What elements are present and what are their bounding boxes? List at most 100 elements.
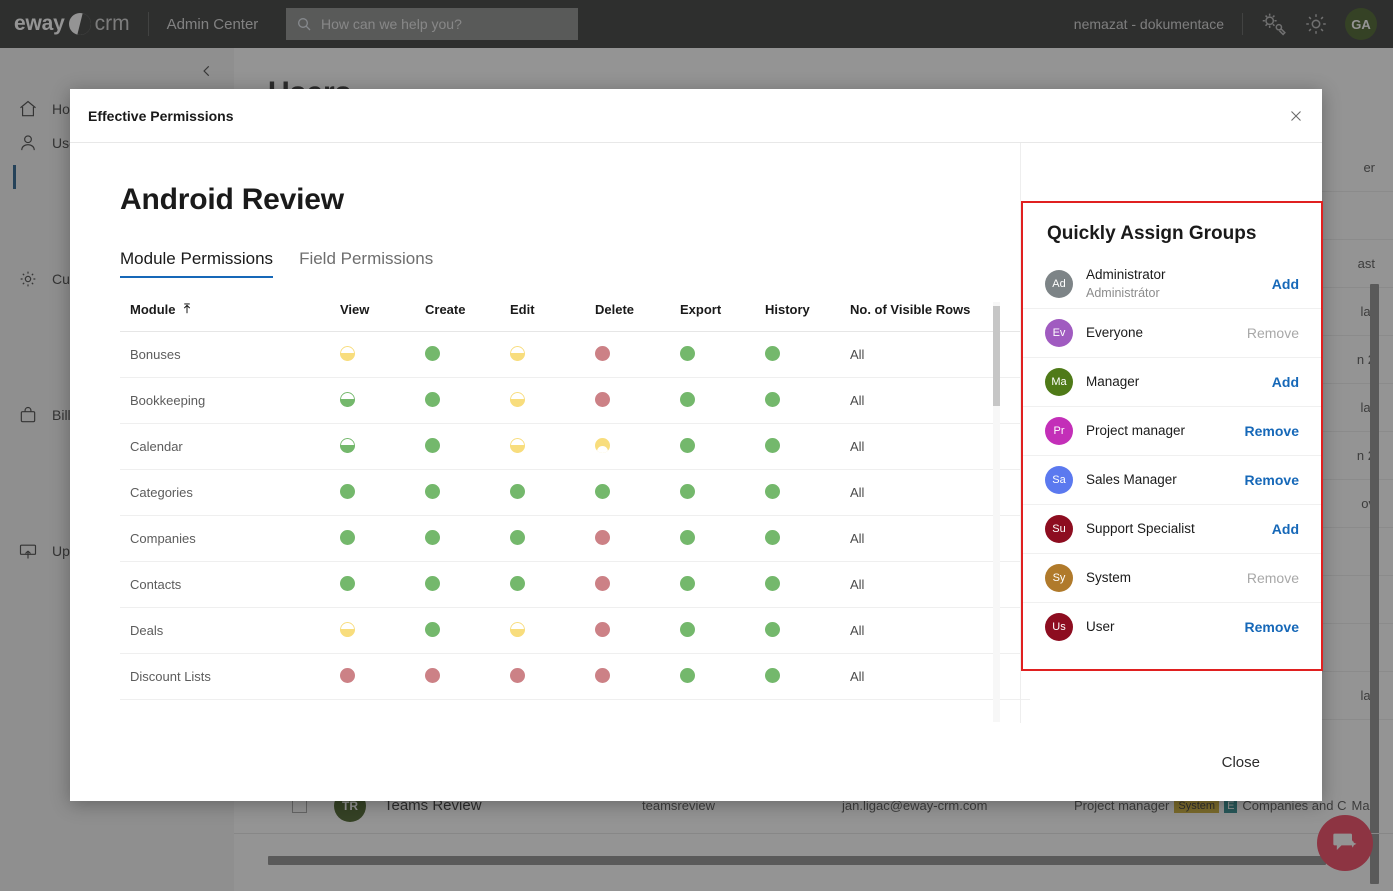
group-row-everyone[interactable]: Ev Everyone Remove	[1023, 308, 1321, 357]
tab-field-permissions[interactable]: Field Permissions	[299, 249, 433, 278]
group-action-button[interactable]: Remove	[1245, 619, 1299, 635]
group-action-button[interactable]: Remove	[1245, 423, 1299, 439]
group-action-button[interactable]: Remove	[1247, 325, 1299, 341]
cell-export	[680, 607, 765, 654]
column-header-delete[interactable]: Delete	[595, 302, 680, 332]
table-scrollbar-track[interactable]	[993, 302, 1000, 722]
table-body: Bonuses All Bookkeeping All Calendar All Categ…	[120, 331, 1030, 700]
permission-indicator-green	[425, 483, 440, 499]
cell-view	[340, 331, 425, 378]
column-header-edit[interactable]: Edit	[510, 302, 595, 332]
table-row[interactable]: Categories All	[120, 469, 1030, 516]
permission-indicator-half-yellow	[510, 437, 525, 453]
group-text: Support Specialist	[1086, 519, 1272, 539]
cell-visible-rows: All	[850, 561, 1030, 608]
module-name: Deals	[120, 607, 340, 654]
app-root: eway crm Admin Center How can we help yo…	[0, 0, 1393, 891]
group-action-button[interactable]: Remove	[1245, 472, 1299, 488]
cell-edit	[510, 561, 595, 608]
cell-visible-rows: All	[850, 607, 1030, 654]
cell-visible-rows: All	[850, 653, 1030, 700]
group-name: Support Specialist	[1086, 521, 1195, 537]
group-row-administrator[interactable]: Ad Administrator Administrátor Add	[1023, 259, 1321, 308]
cell-export	[680, 561, 765, 608]
group-row-project-manager[interactable]: Pr Project manager Remove	[1023, 406, 1321, 455]
permission-indicator-half-yellow	[340, 345, 355, 361]
group-action-button[interactable]: Add	[1272, 521, 1299, 537]
permission-indicator-green	[425, 575, 440, 591]
permission-indicator-half-yellow	[340, 621, 355, 637]
group-row-user[interactable]: Us User Remove	[1023, 602, 1321, 651]
cell-delete	[595, 607, 680, 654]
column-header-history[interactable]: History	[765, 302, 850, 332]
permission-indicator-red	[595, 345, 610, 361]
cell-visible-rows: All	[850, 331, 1030, 378]
permission-indicator-green	[425, 621, 440, 637]
column-header-create[interactable]: Create	[425, 302, 510, 332]
permission-indicator-green	[765, 391, 780, 407]
cell-create	[425, 515, 510, 562]
cell-export	[680, 377, 765, 424]
group-row-manager[interactable]: Ma Manager Add	[1023, 357, 1321, 406]
group-action-button[interactable]: Remove	[1247, 570, 1299, 586]
avatar: Su	[1045, 515, 1073, 543]
avatar: Sa	[1045, 466, 1073, 494]
tab-module-permissions[interactable]: Module Permissions	[120, 249, 274, 278]
group-row-sales-manager[interactable]: Sa Sales Manager Remove	[1023, 455, 1321, 504]
cell-visible-rows: All	[850, 515, 1030, 562]
group-row-support-specialist[interactable]: Su Support Specialist Add	[1023, 504, 1321, 553]
permission-indicator-green	[425, 345, 440, 361]
dialog-title: Effective Permissions	[88, 107, 234, 124]
avatar-initials: Ma	[1051, 376, 1067, 388]
column-header-export[interactable]: Export	[680, 302, 765, 332]
avatar: Pr	[1045, 417, 1073, 445]
group-list: Ad Administrator Administrátor Add Ev Everyon…	[1023, 259, 1321, 651]
group-action-button[interactable]: Add	[1272, 374, 1299, 390]
cell-create	[425, 469, 510, 516]
permission-indicator-green	[680, 621, 695, 637]
table-row[interactable]: Bookkeeping All	[120, 377, 1030, 424]
avatar-initials: Su	[1052, 523, 1066, 535]
group-text: Everyone	[1086, 323, 1247, 343]
cell-edit	[510, 607, 595, 654]
permission-indicator-red	[595, 529, 610, 545]
group-name: System	[1086, 570, 1132, 586]
close-icon[interactable]	[1284, 104, 1308, 128]
table-row[interactable]: Discount Lists All	[120, 653, 1030, 700]
close-button[interactable]: Close	[1222, 754, 1260, 771]
permission-indicator-green	[340, 575, 355, 591]
permission-indicator-green	[765, 621, 780, 637]
cell-visible-rows: All	[850, 469, 1030, 516]
permissions-table-wrap: Module View Create Edit Delete Export History N…	[120, 302, 1030, 722]
cell-history	[765, 561, 850, 608]
module-name: Contacts	[120, 561, 340, 608]
column-header-no-of-visible-rows[interactable]: No. of Visible Rows	[850, 302, 1030, 332]
cell-history	[765, 423, 850, 470]
permission-indicator-green	[765, 345, 780, 361]
cell-delete	[595, 331, 680, 378]
column-header-module[interactable]: Module	[120, 302, 340, 332]
cell-view	[340, 469, 425, 516]
module-name: Bonuses	[120, 331, 340, 378]
cell-create	[425, 561, 510, 608]
table-row[interactable]: Calendar All	[120, 423, 1030, 470]
table-row[interactable]: Deals All	[120, 607, 1030, 654]
group-text: Manager	[1086, 372, 1272, 392]
cell-delete	[595, 515, 680, 562]
column-header-view[interactable]: View	[340, 302, 425, 332]
group-text: User	[1086, 617, 1245, 637]
group-text: System	[1086, 568, 1247, 588]
module-name: Bookkeeping	[120, 377, 340, 424]
cell-create	[425, 653, 510, 700]
table-row[interactable]: Companies All	[120, 515, 1030, 562]
cell-create	[425, 423, 510, 470]
table-scrollbar-thumb[interactable]	[993, 306, 1000, 406]
permission-indicator-red	[595, 575, 610, 591]
permission-indicator-half-yellow	[510, 345, 525, 361]
table-row[interactable]: Contacts All	[120, 561, 1030, 608]
module-name: Companies	[120, 515, 340, 562]
group-action-button[interactable]: Add	[1272, 276, 1299, 292]
group-row-system[interactable]: Sy System Remove	[1023, 553, 1321, 602]
table-row[interactable]: Bonuses All	[120, 331, 1030, 378]
permissions-panel: Android Review Module Permissions Field P…	[70, 143, 1030, 723]
